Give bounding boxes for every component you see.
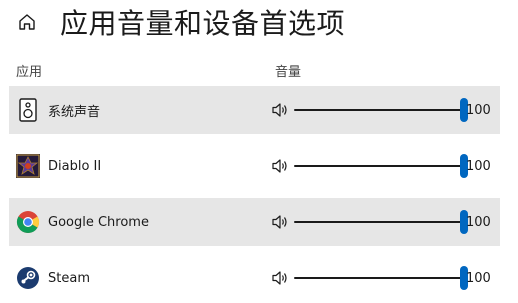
speaker-icon[interactable] bbox=[271, 101, 289, 119]
volume-slider[interactable] bbox=[294, 266, 468, 290]
volume-value: 100 bbox=[466, 270, 491, 286]
steam-icon bbox=[16, 266, 40, 290]
volume-value: 100 bbox=[466, 158, 491, 174]
header: 应用音量和设备首选项 bbox=[16, 0, 345, 44]
app-row-google-chrome: Google Chrome 100 bbox=[9, 198, 500, 246]
app-name: Google Chrome bbox=[48, 214, 149, 230]
speaker-icon[interactable] bbox=[271, 157, 289, 175]
home-icon[interactable] bbox=[16, 11, 38, 33]
slider-track bbox=[294, 165, 464, 167]
app-row-steam: Steam 100 bbox=[9, 254, 500, 302]
app-name: Diablo II bbox=[48, 158, 102, 174]
system-sounds-icon bbox=[16, 98, 40, 122]
diablo-ii-icon bbox=[16, 154, 40, 178]
volume-slider[interactable] bbox=[294, 98, 468, 122]
speaker-icon[interactable] bbox=[271, 269, 289, 287]
volume-value: 100 bbox=[466, 102, 491, 118]
column-header-volume: 音量 bbox=[275, 65, 302, 80]
chrome-icon bbox=[16, 210, 40, 234]
volume-value: 100 bbox=[466, 214, 491, 230]
volume-slider[interactable] bbox=[294, 210, 468, 234]
app-row-diablo-ii: Diablo II 100 bbox=[9, 142, 500, 190]
slider-track bbox=[294, 221, 464, 223]
app-name: Steam bbox=[48, 270, 90, 286]
slider-track bbox=[294, 277, 464, 279]
volume-slider[interactable] bbox=[294, 154, 468, 178]
app-name: 系统声音 bbox=[48, 104, 101, 120]
slider-track bbox=[294, 109, 464, 111]
page-title: 应用音量和设备首选项 bbox=[60, 7, 346, 40]
column-header-app: 应用 bbox=[16, 65, 43, 80]
app-row-system-sounds: 系统声音 100 bbox=[9, 86, 500, 134]
speaker-icon[interactable] bbox=[271, 213, 289, 231]
